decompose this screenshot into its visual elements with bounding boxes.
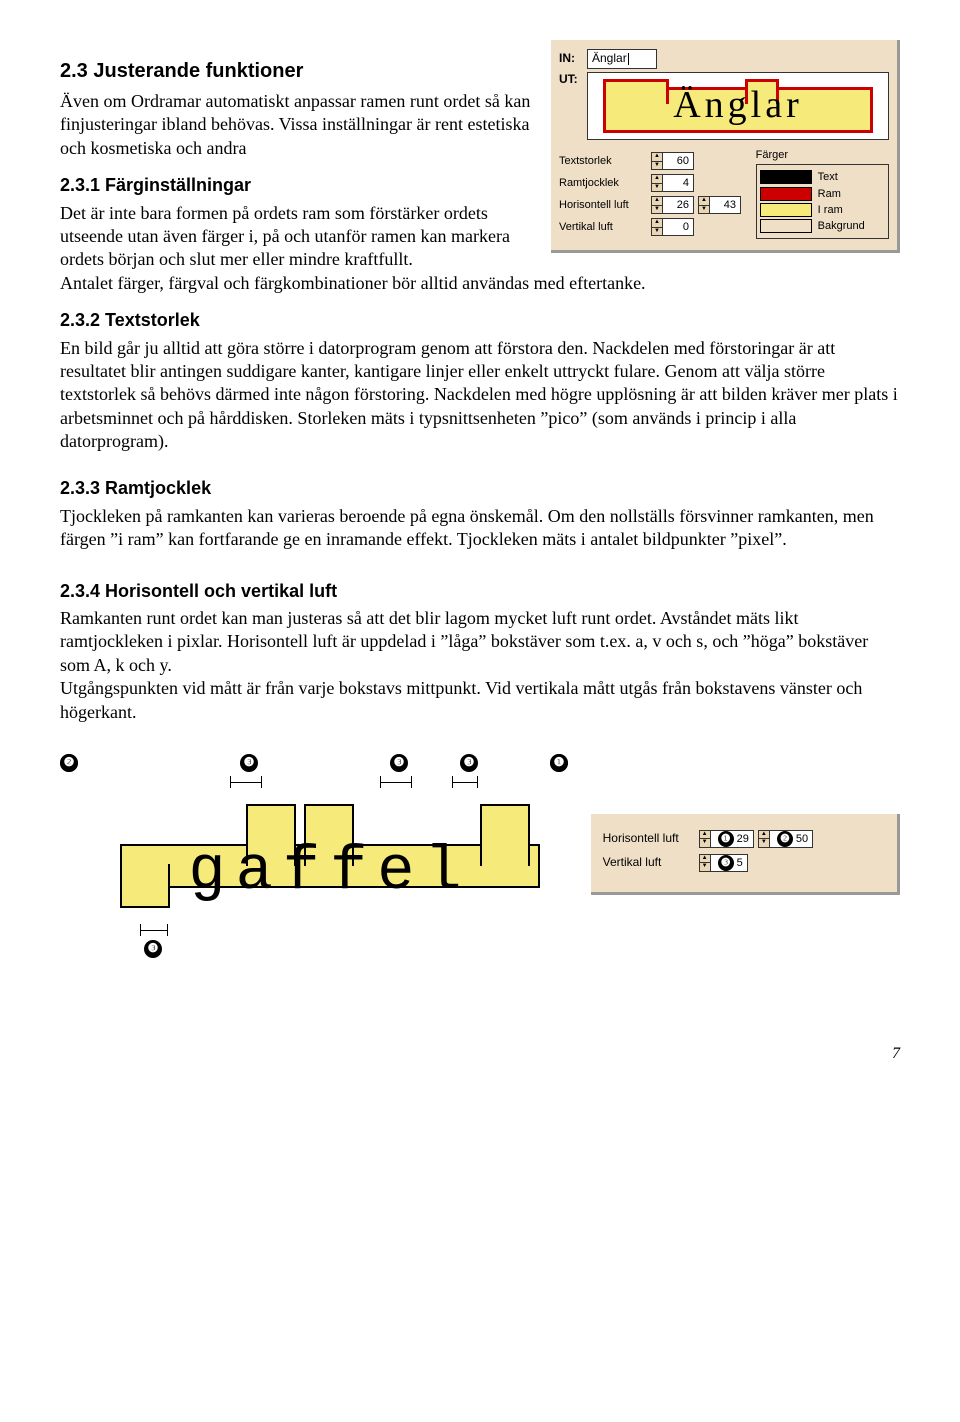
para-2-3-2: En bild går ju alltid att göra större i … <box>60 337 900 454</box>
gaffel-diagram: ❸ ❸ ❸ ❷ ❷ gaffel ❶ ❶ ❸ <box>60 754 531 954</box>
diagram-area: ❸ ❸ ❸ ❷ ❷ gaffel ❶ ❶ ❸ Horisontell luft … <box>60 754 900 954</box>
swatch-text[interactable] <box>760 170 812 184</box>
mini-horisontell-label: Horisontell luft <box>603 831 699 847</box>
swatch-bakgrund[interactable] <box>760 219 812 233</box>
para-2-3-3: Tjockleken på ramkanten kan varieras ber… <box>60 505 900 552</box>
textstorlek-label: Textstorlek <box>559 154 651 168</box>
badge-1-right-b: ❶ <box>550 754 568 772</box>
preview-word-frame: Änglar <box>603 79 873 133</box>
badge-3-top-c: ❸ <box>460 754 478 772</box>
mini-horisontell-spinner-2[interactable]: ▲▼❷50 <box>758 830 813 848</box>
colors-title: Färger <box>756 148 889 162</box>
swatch-iram[interactable] <box>760 203 812 217</box>
ramtjocklek-spinner[interactable]: ▲▼4 <box>651 174 694 192</box>
horisontell-spinner-1[interactable]: ▲▼26 <box>651 196 694 214</box>
bracket-icon <box>140 924 168 936</box>
mini-vertikal-spinner[interactable]: ▲▼❸5 <box>699 854 748 872</box>
luft-mini-panel: Horisontell luft ▲▼❶29 ▲▼❷50 Vertikal lu… <box>591 814 900 895</box>
preview-box: Änglar <box>587 72 889 140</box>
horisontell-spinner-2[interactable]: ▲▼43 <box>698 196 741 214</box>
badge-3-top-a: ❸ <box>240 754 258 772</box>
badge-2-left-b: ❷ <box>60 754 78 772</box>
bracket-icon <box>452 776 478 788</box>
in-field[interactable]: Änglar <box>587 49 657 69</box>
badge-3-top-b: ❸ <box>390 754 408 772</box>
vertikal-spinner[interactable]: ▲▼0 <box>651 218 694 236</box>
vertikal-label: Vertikal luft <box>559 220 651 234</box>
para-2-3-4: Ramkanten runt ordet kan man justeras så… <box>60 607 900 724</box>
swatch-ram[interactable] <box>760 187 812 201</box>
heading-2-3-2: 2.3.2 Textstorlek <box>60 309 900 332</box>
badge-3-bottom: ❸ <box>144 940 162 958</box>
text-cursor-icon <box>628 53 629 65</box>
textstorlek-spinner[interactable]: ▲▼60 <box>651 152 694 170</box>
bracket-icon <box>230 776 262 788</box>
color-settings-panel: IN: Änglar UT: Änglar Textstorlek ▲▼60 <box>551 40 900 253</box>
horisontell-label: Horisontell luft <box>559 198 651 212</box>
ramtjocklek-label: Ramtjocklek <box>559 176 651 190</box>
bracket-icon <box>380 776 412 788</box>
mini-horisontell-spinner-1[interactable]: ▲▼❶29 <box>699 830 754 848</box>
heading-2-3-3: 2.3.3 Ramtjocklek <box>60 477 900 500</box>
in-label: IN: <box>559 51 587 67</box>
ut-label: UT: <box>559 72 587 88</box>
colors-group: Text Ram I ram Bakgrund <box>756 164 889 239</box>
gaffel-word-text: gaffel <box>120 832 540 913</box>
preview-word-text: Änglar <box>603 79 873 133</box>
mini-vertikal-label: Vertikal luft <box>603 855 699 871</box>
page-number: 7 <box>60 1044 900 1065</box>
heading-2-3-4: 2.3.4 Horisontell och vertikal luft <box>60 580 900 603</box>
